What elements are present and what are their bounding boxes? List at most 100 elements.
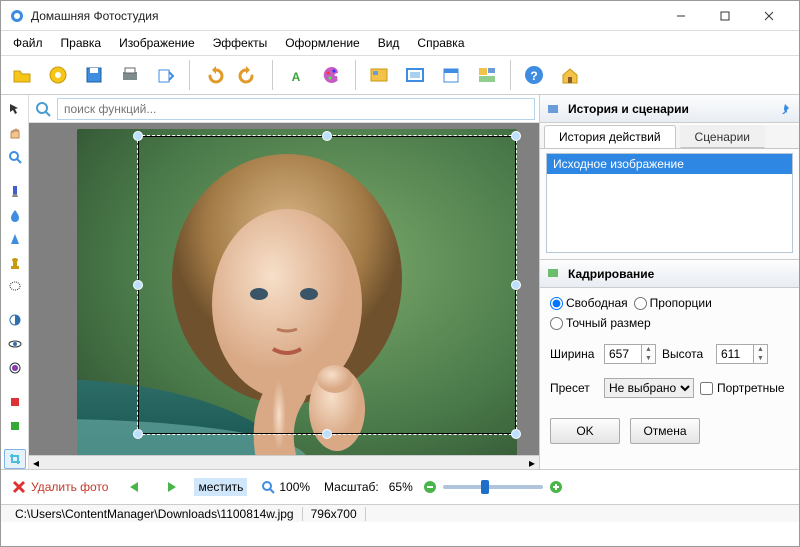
main-toolbar: A ? <box>1 55 799 95</box>
width-up[interactable]: ▲ <box>641 345 655 354</box>
minimize-button[interactable] <box>659 2 703 30</box>
pointer-tool[interactable] <box>4 99 26 119</box>
width-input[interactable] <box>605 345 641 363</box>
crop-handle-n[interactable] <box>322 131 332 141</box>
open-button[interactable] <box>5 58 39 92</box>
zoom-slider-thumb[interactable] <box>481 480 489 494</box>
recent-button[interactable] <box>41 58 75 92</box>
green-square-tool[interactable] <box>4 416 26 436</box>
lasso-tool[interactable] <box>4 277 26 297</box>
search-input[interactable] <box>57 98 535 120</box>
history-tabs: История действий Сценарии <box>540 125 799 149</box>
collage-button[interactable] <box>470 58 504 92</box>
titlebar: Домашняя Фотостудия <box>1 1 799 31</box>
menu-design[interactable]: Оформление <box>277 33 367 53</box>
redo-button[interactable] <box>232 58 266 92</box>
crop-handle-nw[interactable] <box>133 131 143 141</box>
maximize-button[interactable] <box>703 2 747 30</box>
menubar: Файл Правка Изображение Эффекты Оформлен… <box>1 31 799 55</box>
home-button[interactable] <box>553 58 587 92</box>
canvas[interactable] <box>29 123 539 455</box>
red-square-tool[interactable] <box>4 392 26 412</box>
crop-tool[interactable] <box>4 449 26 469</box>
cancel-button[interactable]: Отмена <box>630 418 700 444</box>
menu-help[interactable]: Справка <box>409 33 472 53</box>
preset-select[interactable]: Не выбрано <box>604 378 694 398</box>
side-toolbar <box>1 95 29 469</box>
width-down[interactable]: ▼ <box>641 354 655 363</box>
prev-button[interactable] <box>122 478 148 496</box>
sharpen-tool[interactable] <box>4 229 26 249</box>
color-wheel-tool[interactable] <box>4 358 26 378</box>
help-button[interactable]: ? <box>517 58 551 92</box>
zoom-value: 65% <box>389 480 413 494</box>
horizontal-scrollbar[interactable]: ◂ ▸ <box>29 455 539 469</box>
tab-history[interactable]: История действий <box>544 125 676 148</box>
height-up[interactable]: ▲ <box>753 345 767 354</box>
portrait-checkbox[interactable]: Портретные <box>700 381 785 395</box>
stamp-tool[interactable] <box>4 253 26 273</box>
ok-button[interactable]: OK <box>550 418 620 444</box>
status-bar: C:\Users\ContentManager\Downloads\110081… <box>1 504 799 522</box>
crop-handle-w[interactable] <box>133 280 143 290</box>
contrast-tool[interactable] <box>4 310 26 330</box>
print-button[interactable] <box>113 58 147 92</box>
right-panel: История и сценарии История действий Сцен… <box>539 95 799 469</box>
frames-button[interactable] <box>398 58 432 92</box>
history-list[interactable]: Исходное изображение <box>546 153 793 253</box>
zoom-tool[interactable] <box>4 147 26 167</box>
fit-button[interactable]: местить <box>194 478 247 496</box>
crop-handle-sw[interactable] <box>133 429 143 439</box>
height-input[interactable] <box>717 345 753 363</box>
radio-free[interactable]: Свободная <box>550 296 628 310</box>
zoom-100-button[interactable]: 100% <box>257 478 314 496</box>
scroll-right-icon[interactable]: ▸ <box>525 456 539 470</box>
drop-tool[interactable] <box>4 205 26 225</box>
status-path: C:\Users\ContentManager\Downloads\110081… <box>7 507 303 521</box>
history-icon <box>546 101 562 117</box>
calendar-button[interactable] <box>434 58 468 92</box>
tab-scenarios[interactable]: Сценарии <box>680 125 765 148</box>
crop-rectangle[interactable] <box>137 135 517 435</box>
radio-exact[interactable]: Точный размер <box>550 316 651 330</box>
crop-handle-ne[interactable] <box>511 131 521 141</box>
menu-view[interactable]: Вид <box>370 33 408 53</box>
menu-effects[interactable]: Эффекты <box>205 33 276 53</box>
history-item[interactable]: Исходное изображение <box>547 154 792 174</box>
zoom-out-icon[interactable] <box>423 480 437 494</box>
status-size: 796x700 <box>303 507 366 521</box>
app-icon <box>9 8 25 24</box>
menu-file[interactable]: Файл <box>5 33 51 53</box>
undo-button[interactable] <box>196 58 230 92</box>
save-button[interactable] <box>77 58 111 92</box>
crop-handle-e[interactable] <box>511 280 521 290</box>
preset-label: Пресет <box>550 381 598 395</box>
radio-proportions[interactable]: Пропорции <box>634 296 712 310</box>
crop-handle-se[interactable] <box>511 429 521 439</box>
crop-handle-s[interactable] <box>322 429 332 439</box>
crop-panel-icon <box>546 266 562 282</box>
menu-image[interactable]: Изображение <box>111 33 203 53</box>
brush-tool[interactable] <box>4 181 26 201</box>
pin-icon[interactable] <box>779 102 793 116</box>
menu-edit[interactable]: Правка <box>53 33 110 53</box>
zoom-slider[interactable] <box>443 485 543 489</box>
next-button[interactable] <box>158 478 184 496</box>
text-tool-button[interactable]: A <box>279 58 313 92</box>
delete-icon <box>11 479 27 495</box>
scroll-left-icon[interactable]: ◂ <box>29 456 43 470</box>
hand-tool[interactable] <box>4 123 26 143</box>
delete-photo-button[interactable]: Удалить фото <box>7 477 112 497</box>
zoom-in-icon[interactable] <box>549 480 563 494</box>
height-down[interactable]: ▼ <box>753 354 767 363</box>
search-icon <box>33 99 53 119</box>
eye-tool[interactable] <box>4 334 26 354</box>
bottom-bar: Удалить фото местить 100% Масштаб: 65% <box>1 469 799 504</box>
zoom-100-icon <box>261 480 275 494</box>
search-bar <box>29 95 539 123</box>
close-button[interactable] <box>747 2 791 30</box>
export-button[interactable] <box>149 58 183 92</box>
catalog-button[interactable] <box>362 58 396 92</box>
palette-button[interactable] <box>315 58 349 92</box>
height-label: Высота <box>662 347 710 361</box>
